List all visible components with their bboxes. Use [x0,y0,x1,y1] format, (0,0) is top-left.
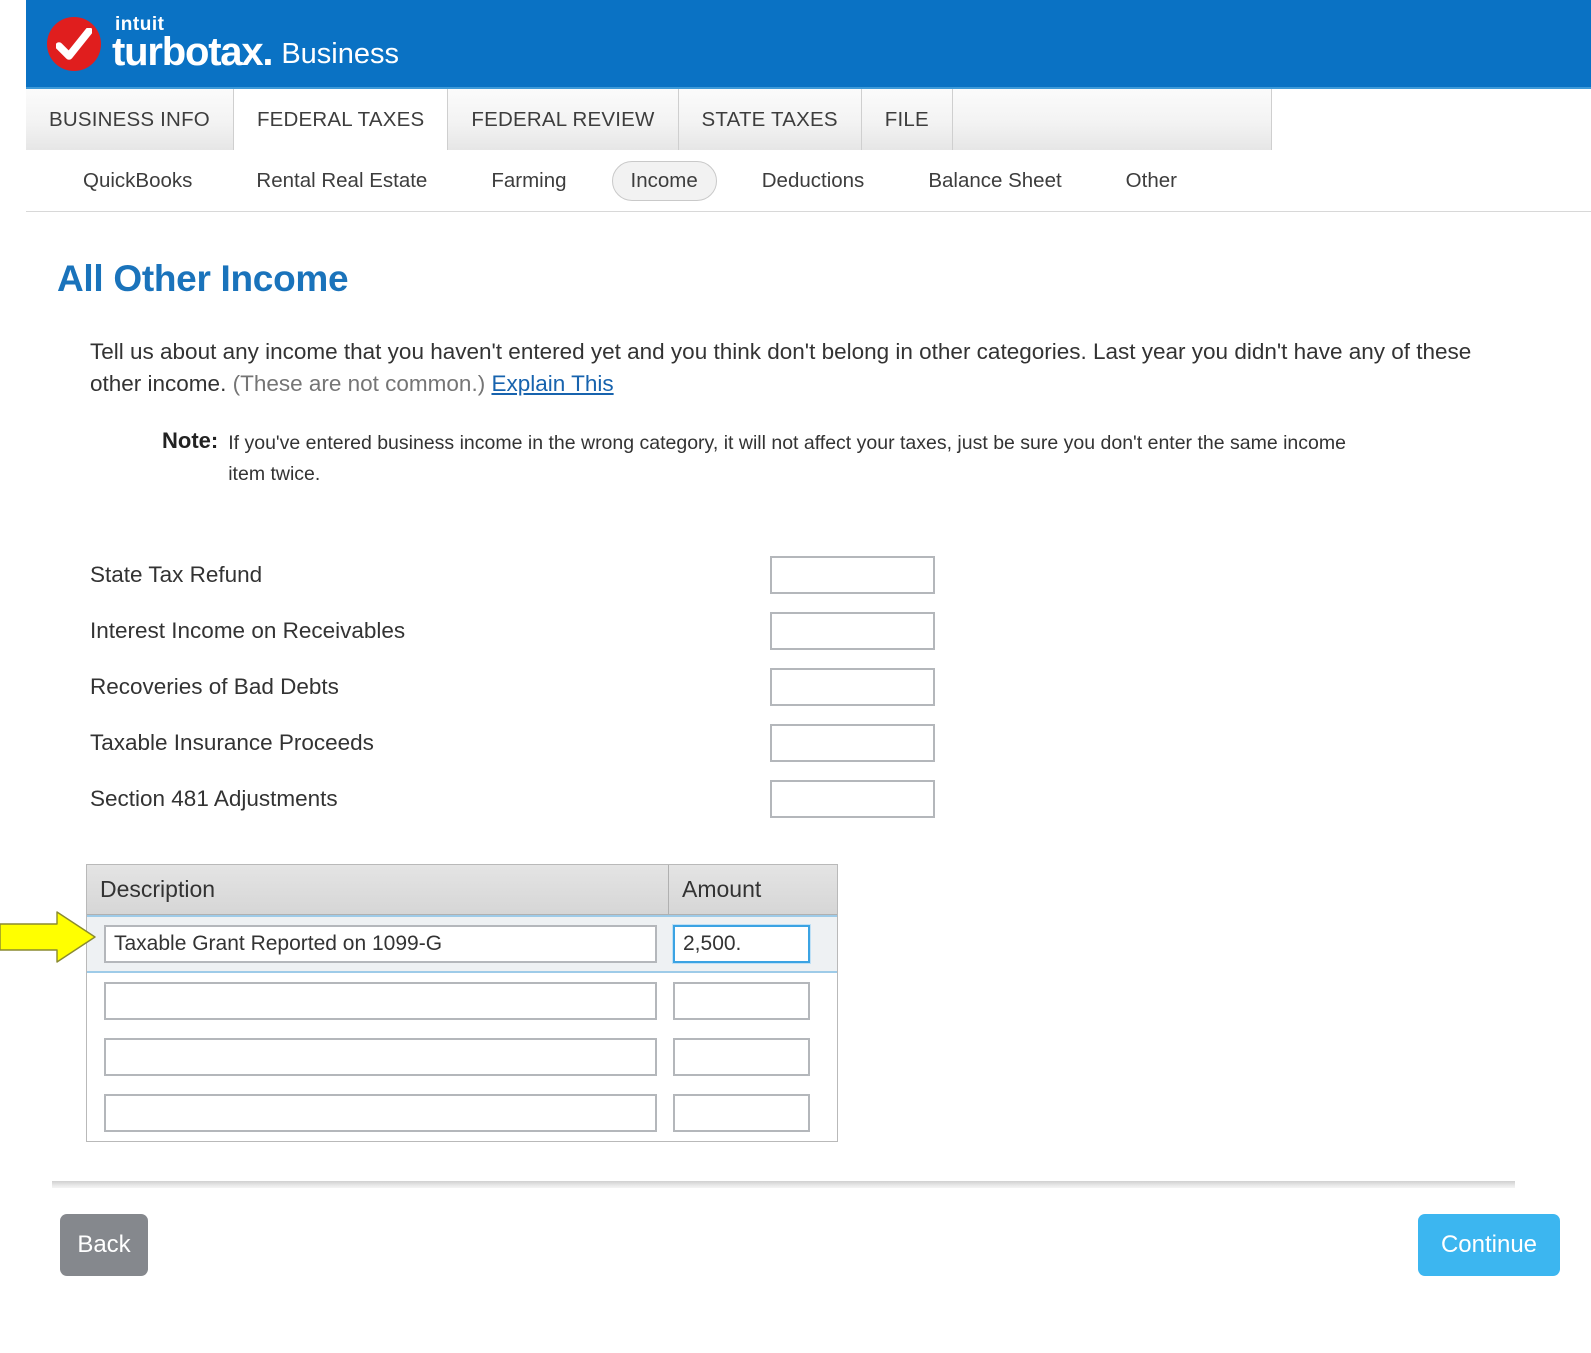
cell-description [87,1094,669,1133]
subnav-label: QuickBooks [83,168,193,192]
input-section-481-adjustments[interactable] [770,780,935,819]
subnav-label: Income [630,168,698,192]
tab-state-taxes[interactable]: STATE TAXES [678,89,862,150]
continue-button[interactable]: Continue [1418,1214,1560,1277]
turbotax-app-window: intuit turbotax. Business BUSINESS INFO F… [26,0,1591,1353]
field-row: Taxable Insurance Proceeds [90,715,1591,771]
tab-label: FEDERAL REVIEW [471,107,655,131]
table-row[interactable] [87,1085,837,1142]
subnav-item-income[interactable]: Income [611,160,717,201]
input-row-description-3[interactable] [104,1038,657,1077]
input-row-amount-2[interactable] [673,982,810,1021]
input-row-description-4[interactable] [104,1094,657,1133]
input-state-tax-refund[interactable] [770,556,935,595]
tab-label: STATE TAXES [701,107,838,131]
tab-business-info[interactable]: BUSINESS INFO [26,89,234,150]
field-row: Interest Income on Receivables [90,603,1591,659]
input-interest-income-on-receivables[interactable] [770,612,935,651]
explain-this-link[interactable]: Explain This [491,371,613,396]
back-button[interactable]: Back [60,1214,148,1277]
other-income-table: Description Amount [86,864,838,1143]
cell-amount [669,1094,837,1133]
input-row-amount-3[interactable] [673,1038,810,1077]
field-label-recoveries-of-bad-debts: Recoveries of Bad Debts [90,674,339,700]
cell-description [87,982,669,1021]
note-block: Note: If you've entered business income … [162,428,1362,491]
footer-bar: Back Continue [26,1214,1591,1277]
subnav-label: Balance Sheet [928,168,1062,192]
subnav-label: Rental Real Estate [256,168,428,192]
turbotax-wordmark: turbotax [112,30,264,74]
tab-label: FEDERAL TAXES [256,107,425,131]
column-header-description: Description [87,865,669,915]
cell-description [87,1038,669,1077]
edition-label: Business [281,38,399,70]
cell-amount [669,982,837,1021]
income-fields-list: State Tax Refund Interest Income on Rece… [90,547,1591,827]
field-row: Recoveries of Bad Debts [90,659,1591,715]
cell-description [87,925,669,964]
subnav-item-quickbooks[interactable]: QuickBooks [64,161,211,201]
field-label-taxable-insurance-proceeds: Taxable Insurance Proceeds [90,730,374,756]
tab-federal-review[interactable]: FEDERAL REVIEW [448,89,679,150]
tab-label: FILE [884,107,929,131]
table-row[interactable] [87,915,837,974]
cell-amount [669,1038,837,1077]
page-content: All Other Income Tell us about any incom… [26,258,1591,1277]
tab-label: BUSINESS INFO [49,107,210,131]
subnav-label: Deductions [761,168,865,192]
subnav-item-other[interactable]: Other [1107,161,1196,201]
table-row[interactable] [87,1029,837,1086]
subnav-label: Farming [491,168,567,192]
tab-federal-taxes[interactable]: FEDERAL TAXES [232,89,449,150]
page-title: All Other Income [57,258,349,299]
table-row[interactable] [87,973,837,1030]
tab-bar-filler [952,89,1273,150]
intro-muted-text: (These are not common.) [232,370,486,396]
field-label-state-tax-refund: State Tax Refund [90,562,263,588]
field-row: State Tax Refund [90,547,1591,603]
app-header: intuit turbotax. Business [26,0,1591,89]
logo-wordmark: intuit turbotax. Business [112,15,399,72]
note-text: If you've entered business income in the… [228,431,1346,486]
subnav-item-rental-real-estate[interactable]: Rental Real Estate [237,161,446,201]
tab-bar-end [1272,89,1591,150]
subnav-label: Other [1125,168,1177,192]
subnav-item-farming[interactable]: Farming [472,161,585,201]
column-header-amount: Amount [682,876,762,903]
input-taxable-insurance-proceeds[interactable] [770,724,935,763]
field-label-section-481-adjustments: Section 481 Adjustments [90,786,338,812]
note-label: Note: [162,427,219,453]
tab-file[interactable]: FILE [861,89,953,150]
field-row: Section 481 Adjustments [90,771,1591,827]
turbotax-logo: intuit turbotax. Business [47,15,399,72]
field-label-interest-income-on-receivables: Interest Income on Receivables [90,618,406,644]
table-header-row: Description Amount [87,865,837,916]
input-row-description-1[interactable] [104,925,657,964]
main-tab-bar: BUSINESS INFO FEDERAL TAXES FEDERAL REVI… [26,89,1591,150]
input-row-amount-1[interactable] [673,925,810,964]
sub-nav-bar: QuickBooks Rental Real Estate Farming In… [26,150,1591,212]
checkmark-icon [47,16,101,71]
footer-divider [52,1181,1515,1189]
cell-amount [669,925,837,964]
turbotax-period: . [262,30,273,74]
yellow-arrow-annotation [0,911,96,963]
subnav-item-deductions[interactable]: Deductions [743,161,884,201]
input-recoveries-of-bad-debts[interactable] [770,668,935,707]
input-row-description-2[interactable] [104,982,657,1021]
intro-paragraph: Tell us about any income that you haven'… [90,336,1485,400]
subnav-item-balance-sheet[interactable]: Balance Sheet [909,161,1080,201]
input-row-amount-4[interactable] [673,1094,810,1133]
